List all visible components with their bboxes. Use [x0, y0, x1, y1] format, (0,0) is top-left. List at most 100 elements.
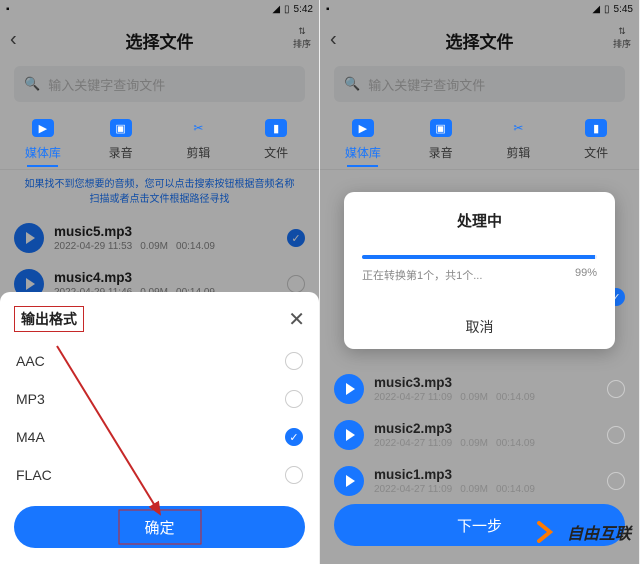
track-info: music2.mp3 2022-04-27 11:090.09M00:14.09: [374, 421, 597, 449]
track-info: music1.mp3 2022-04-27 11:090.09M00:14.09: [374, 467, 597, 495]
tab-media-library[interactable]: ▶ 媒体库: [324, 116, 402, 167]
tab-files[interactable]: ▮ 文件: [557, 116, 635, 167]
sort-button[interactable]: ⇅ 排序: [293, 26, 311, 50]
track-title: music3.mp3: [374, 375, 597, 390]
format-option-mp3[interactable]: MP3: [14, 380, 305, 418]
track-meta: 2022-04-27 11:090.09M00:14.09: [374, 392, 597, 403]
track-row[interactable]: music5.mp3 2022-04-29 11:530.09M00:14.09: [0, 215, 319, 261]
track-row[interactable]: music2.mp3 2022-04-27 11:090.09M00:14.09: [320, 412, 639, 458]
battery-icon: ▯: [604, 4, 610, 15]
option-radio[interactable]: [285, 352, 303, 370]
back-icon[interactable]: ‹: [330, 29, 337, 52]
option-label: AAC: [16, 353, 45, 369]
select-radio[interactable]: [607, 380, 625, 398]
status-time: 5:42: [294, 4, 313, 15]
header: ‹ 选择文件 ⇅ 排序: [320, 18, 639, 62]
tab-recordings[interactable]: ▣ 录音: [82, 116, 160, 167]
track-info: music3.mp3 2022-04-27 11:090.09M00:14.09: [374, 375, 597, 403]
select-radio[interactable]: [607, 426, 625, 444]
option-label: FLAC: [16, 467, 52, 483]
search-placeholder: 输入关键字查询文件: [368, 75, 485, 94]
progress-percent: 99%: [575, 267, 597, 283]
tab-cut[interactable]: ✂ 剪辑: [480, 116, 558, 167]
play-icon[interactable]: [334, 420, 364, 450]
sort-button[interactable]: ⇅ 排序: [613, 26, 631, 50]
tab-label: 文件: [237, 144, 315, 161]
battery-icon: ▯: [284, 4, 290, 15]
tab-media-library[interactable]: ▶ 媒体库: [4, 116, 82, 167]
track-meta: 2022-04-27 11:090.09M00:14.09: [374, 438, 597, 449]
confirm-label: 确定: [144, 517, 174, 538]
scissors-icon: ✂: [506, 116, 530, 140]
watermark-logo-icon: [537, 521, 563, 543]
option-label: M4A: [16, 429, 45, 445]
status-left-icon: ▪: [326, 4, 330, 15]
track-list: music3.mp3 2022-04-27 11:090.09M00:14.09…: [320, 366, 639, 504]
progress-status: 正在转换第1个，共1个...: [362, 267, 482, 283]
sort-label: 排序: [613, 37, 631, 50]
folder-icon: ▮: [264, 116, 288, 140]
track-row[interactable]: music3.mp3 2022-04-27 11:090.09M00:14.09: [320, 366, 639, 412]
track-info: music5.mp3 2022-04-29 11:530.09M00:14.09: [54, 224, 277, 252]
progress-text: 正在转换第1个，共1个... 99%: [362, 267, 597, 283]
tab-files[interactable]: ▮ 文件: [237, 116, 315, 167]
processing-dialog: 处理中 正在转换第1个，共1个... 99% 取消: [344, 192, 615, 349]
dialog-title: 处理中: [362, 210, 597, 231]
tab-label: 文件: [557, 144, 635, 161]
select-radio[interactable]: [287, 275, 305, 293]
scissors-icon: ✂: [186, 116, 210, 140]
select-radio[interactable]: [607, 472, 625, 490]
format-option-aac[interactable]: AAC: [14, 342, 305, 380]
search-placeholder: 输入关键字查询文件: [48, 75, 165, 94]
header: ‹ 选择文件 ⇅ 排序: [0, 18, 319, 62]
tab-label: 媒体库: [324, 144, 402, 161]
track-title: music4.mp3: [54, 270, 277, 285]
play-icon[interactable]: [334, 374, 364, 404]
tab-label: 剪辑: [160, 144, 238, 161]
progress-bar: [362, 255, 595, 259]
sheet-title: 输出格式: [14, 306, 84, 332]
search-input[interactable]: 🔍 输入关键字查询文件: [14, 66, 305, 102]
sort-label: 排序: [293, 37, 311, 50]
category-tabs: ▶ 媒体库 ▣ 录音 ✂ 剪辑 ▮ 文件: [320, 110, 639, 170]
phone-right: ▪ ◢ ▯ 5:45 ‹ 选择文件 ⇅ 排序 🔍 输入关键字查询文件 ▶ 媒体库…: [320, 0, 640, 564]
close-icon[interactable]: ✕: [288, 307, 305, 332]
play-square-icon: ▶: [351, 116, 375, 140]
play-square-icon: ▶: [31, 116, 55, 140]
tab-label: 录音: [82, 144, 160, 161]
search-input[interactable]: 🔍 输入关键字查询文件: [334, 66, 625, 102]
cancel-button[interactable]: 取消: [362, 307, 597, 337]
tab-label: 录音: [402, 144, 480, 161]
format-option-flac[interactable]: FLAC: [14, 456, 305, 494]
back-icon[interactable]: ‹: [10, 29, 17, 52]
search-icon: 🔍: [344, 76, 360, 92]
format-option-m4a[interactable]: M4A: [14, 418, 305, 456]
track-title: music2.mp3: [374, 421, 597, 436]
select-radio[interactable]: [287, 229, 305, 247]
sort-icon: ⇅: [293, 26, 311, 37]
page-title: 选择文件: [446, 28, 514, 53]
track-meta: 2022-04-29 11:530.09M00:14.09: [54, 241, 277, 252]
watermark-text: 自由互联: [567, 520, 631, 544]
phone-left: ▪ ◢ ▯ 5:42 ‹ 选择文件 ⇅ 排序 🔍 输入关键字查询文件 ▶ 媒体库…: [0, 0, 320, 564]
folder-icon: ▮: [584, 116, 608, 140]
tab-cut[interactable]: ✂ 剪辑: [160, 116, 238, 167]
page-title: 选择文件: [126, 28, 194, 53]
play-icon[interactable]: [14, 223, 44, 253]
output-format-sheet: 输出格式 ✕ AAC MP3 M4A FLAC 确定: [0, 292, 319, 564]
track-title: music5.mp3: [54, 224, 277, 239]
status-time: 5:45: [614, 4, 633, 15]
track-title: music1.mp3: [374, 467, 597, 482]
wallet-icon: ▣: [109, 116, 133, 140]
tab-recordings[interactable]: ▣ 录音: [402, 116, 480, 167]
confirm-button[interactable]: 确定: [14, 506, 305, 548]
option-radio[interactable]: [285, 466, 303, 484]
progress-track: [362, 255, 597, 259]
option-radio[interactable]: [285, 390, 303, 408]
next-label: 下一步: [457, 515, 502, 536]
watermark: 自由互联: [537, 520, 631, 544]
status-bar: ▪ ◢ ▯ 5:45: [320, 0, 639, 18]
status-left-icon: ▪: [6, 4, 10, 15]
option-radio[interactable]: [285, 428, 303, 446]
wifi-icon: ◢: [272, 4, 280, 15]
